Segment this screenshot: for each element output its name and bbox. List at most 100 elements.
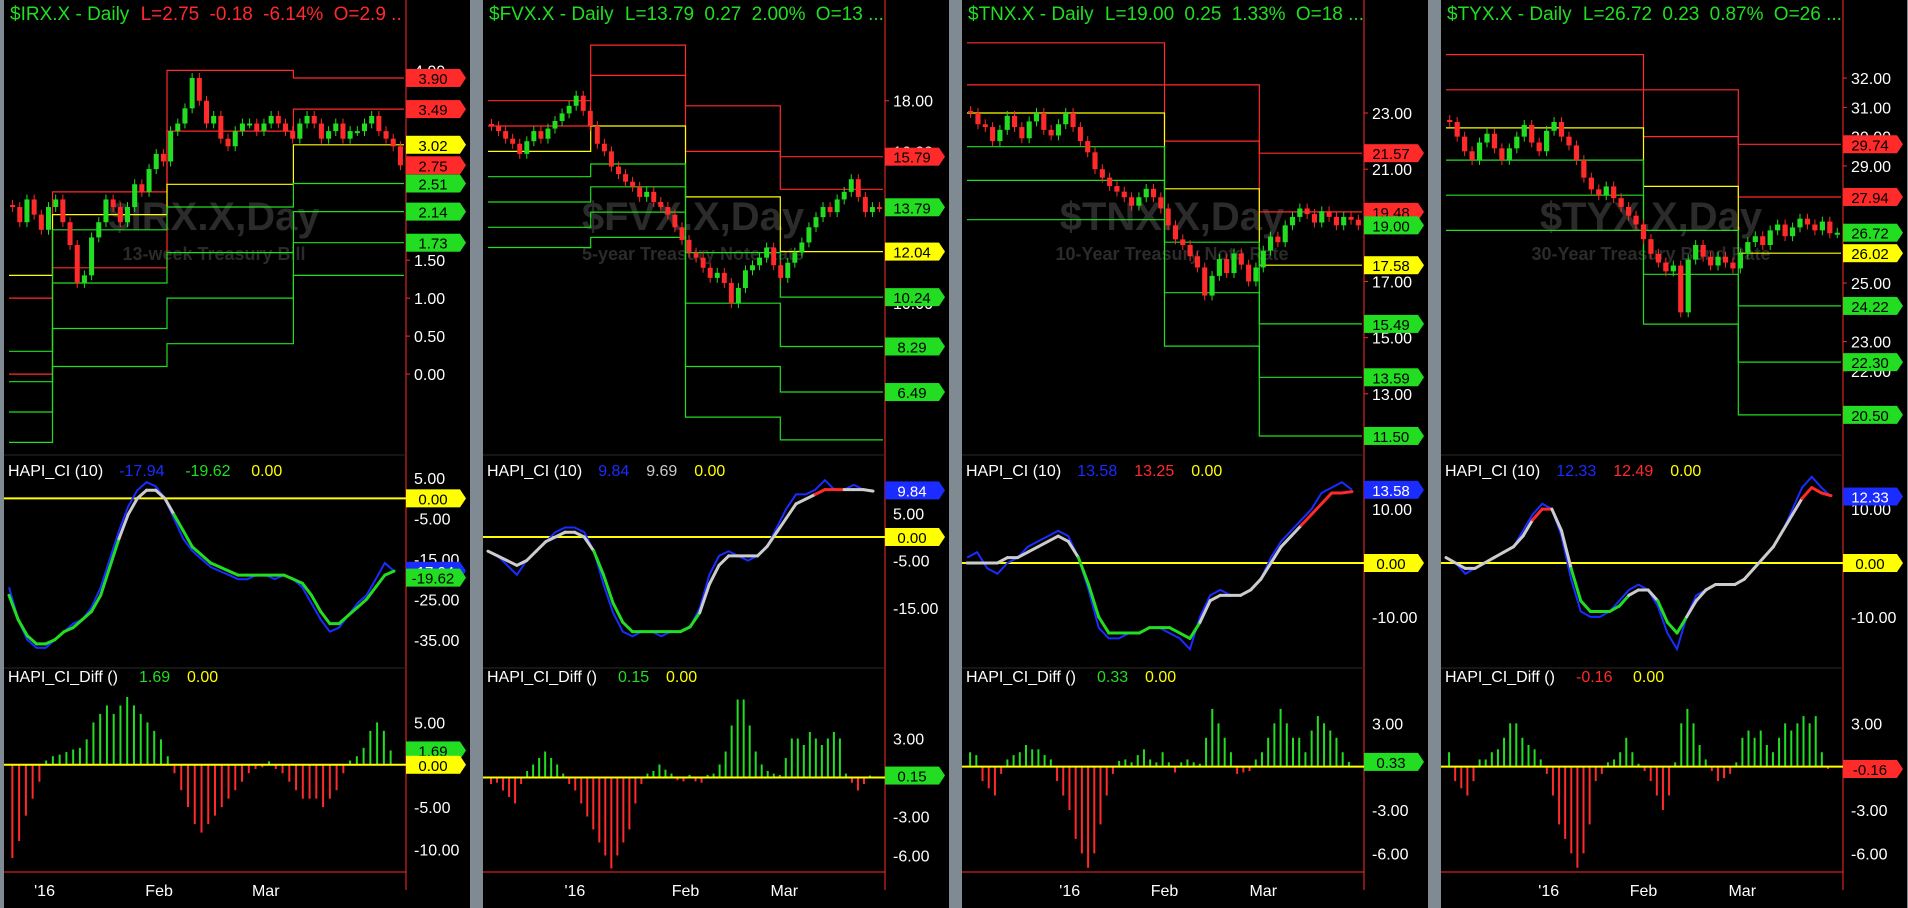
- candle-body: [397, 146, 403, 166]
- candle-body: [658, 201, 664, 208]
- chart-subtitle: 10-Year Treasury Note Rate: [1055, 244, 1288, 264]
- price-level-tag: 26.72: [1851, 226, 1889, 243]
- candle-body: [552, 120, 558, 129]
- candle-body: [1819, 221, 1825, 231]
- ci-signal-segment: [1627, 588, 1640, 597]
- ci-signal-segment: [1178, 631, 1192, 640]
- ci-signal-segment: [582, 535, 596, 553]
- candle-body: [665, 207, 671, 215]
- y-tick-label: -25.00: [414, 592, 459, 609]
- chart-change: 0.25: [1184, 4, 1222, 25]
- chart-change-pct: 1.33%: [1231, 4, 1286, 25]
- x-tick-label: Feb: [1151, 883, 1179, 900]
- candle-body: [311, 115, 317, 124]
- ci-signal-segment: [291, 577, 304, 585]
- candle-body: [1224, 259, 1230, 274]
- ci-signal-segment: [1340, 490, 1354, 495]
- x-tick-label: Mar: [770, 883, 798, 900]
- candle-body: [1648, 239, 1654, 254]
- ci-indicator-label: HAPI_CI (10): [1445, 463, 1540, 480]
- ci-signal-segment: [861, 488, 875, 493]
- candle-body: [354, 131, 360, 134]
- candle-body: [616, 166, 621, 175]
- candle-body: [1143, 188, 1149, 198]
- candle-body: [1640, 224, 1647, 240]
- ci-value-tag-arrow: [1418, 554, 1424, 572]
- chart-last-value: L=26.72: [1582, 4, 1653, 25]
- price-level-tag-arrow: [1418, 368, 1424, 387]
- candle-body: [132, 184, 138, 208]
- candle-body: [1341, 216, 1347, 226]
- chart-symbol-title: $IRX.X - Daily: [10, 4, 130, 25]
- candle-body: [538, 131, 544, 139]
- chart-change: 0.27: [704, 4, 742, 25]
- ci-signal-segment: [1617, 593, 1631, 608]
- ci-signal-segment: [486, 549, 500, 558]
- candle-body: [785, 262, 791, 278]
- candle-body: [1536, 142, 1542, 152]
- candle-body: [1663, 262, 1669, 272]
- y-tick-label: -3.00: [1851, 803, 1888, 820]
- candle-body: [53, 199, 59, 208]
- chart-open-value: O=18 ...: [1295, 4, 1364, 25]
- y-tick-label: -5.00: [893, 554, 930, 571]
- candle-body: [10, 204, 16, 208]
- chart-header: $IRX.X - Daily L=2.75 -0.18 -6.14% O=2.9…: [10, 4, 402, 26]
- price-level-tag: 3.02: [418, 138, 447, 155]
- chart-svg: $IRX.X,Day13-week Treasury Bill4.001.501…: [4, 0, 466, 900]
- price-level-tag-arrow: [939, 198, 945, 217]
- ci-signal-segment: [679, 625, 692, 634]
- candle-body: [594, 126, 600, 144]
- candle-body: [714, 272, 720, 278]
- candle-body: [45, 207, 52, 230]
- ci-signal-segment: [813, 488, 827, 496]
- x-tick-label: '16: [564, 883, 585, 900]
- ci-value-tag: 0.00: [418, 491, 447, 508]
- ci-signal-segment: [1742, 566, 1756, 581]
- candle-body: [877, 207, 882, 210]
- ci-indicator-label: HAPI_CI (10): [966, 463, 1061, 480]
- candle-body: [110, 199, 116, 208]
- candle-body: [218, 115, 224, 139]
- diff-value-tag: -0.16: [1853, 762, 1887, 779]
- candle-body: [566, 105, 572, 114]
- candle-body: [510, 138, 516, 144]
- x-tick-label: Feb: [145, 883, 173, 900]
- candle-body: [771, 247, 777, 266]
- candle-body: [175, 123, 181, 132]
- price-level-tag-arrow: [1897, 223, 1903, 242]
- candle-body: [827, 207, 833, 213]
- diff-indicator-value: 0.00: [666, 669, 697, 686]
- candle-body: [778, 265, 784, 278]
- candle-body: [757, 257, 763, 266]
- price-level-tag-arrow: [1418, 144, 1424, 163]
- candle-body: [1114, 186, 1120, 192]
- ci-signal-segment: [1026, 545, 1040, 554]
- ci-signal-segment: [707, 563, 721, 586]
- candle-body: [1319, 211, 1325, 223]
- candle-body: [1573, 145, 1580, 161]
- ci-signal-segment: [717, 554, 731, 567]
- ci-indicator-value: 0.00: [694, 463, 725, 480]
- x-tick-label: '16: [1538, 883, 1559, 900]
- ci-signal-segment: [1066, 539, 1080, 560]
- ci-value-tag-arrow: [1897, 554, 1903, 572]
- candle-body: [644, 191, 650, 197]
- candle-body: [792, 252, 798, 263]
- diff-indicator-value: -0.16: [1576, 669, 1613, 686]
- level-line: [1446, 229, 1841, 416]
- candle-body: [1566, 136, 1572, 146]
- chart-watermark: $TYX.X,Day: [1540, 195, 1763, 239]
- candle-body: [318, 123, 324, 139]
- candle-body: [750, 265, 755, 271]
- candle-body: [968, 110, 974, 114]
- candle-body: [1158, 197, 1164, 209]
- ci-value-tag: 12.33: [1851, 490, 1889, 507]
- candle-body: [1238, 253, 1244, 265]
- y-tick-label: -5.00: [414, 800, 451, 817]
- candle-body: [1611, 186, 1617, 199]
- candle-body: [1447, 119, 1453, 122]
- candle-body: [60, 199, 66, 223]
- y-tick-label: -15.00: [893, 601, 938, 618]
- candle-body: [89, 237, 95, 276]
